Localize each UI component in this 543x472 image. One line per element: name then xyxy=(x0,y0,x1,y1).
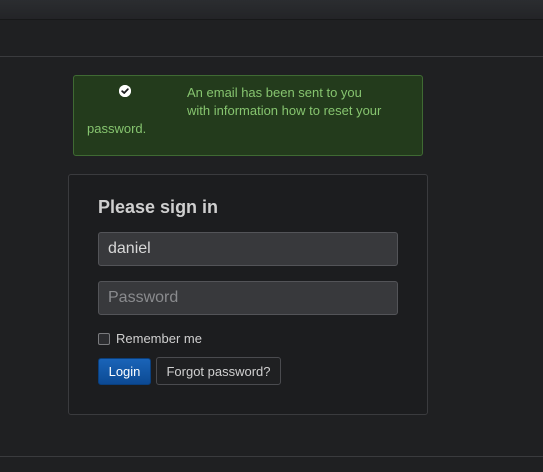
success-alert: An email has been sent to you with infor… xyxy=(73,75,423,156)
alert-message-line-3: password. xyxy=(87,121,147,136)
password-input[interactable] xyxy=(98,281,398,315)
remember-me-label: Remember me xyxy=(116,331,202,346)
check-circle-icon xyxy=(119,85,131,97)
sub-header-bar xyxy=(0,20,543,57)
page: An email has been sent to you with infor… xyxy=(0,0,543,472)
login-button[interactable]: Login xyxy=(98,358,151,385)
alert-message-line-1: An email has been sent to you xyxy=(187,85,362,100)
remember-me-option[interactable]: Remember me xyxy=(98,331,202,346)
forgot-password-button[interactable]: Forgot password? xyxy=(156,357,281,385)
username-input[interactable] xyxy=(98,232,398,266)
sign-in-panel: Please sign in Remember me Login Forgot … xyxy=(68,174,428,415)
alert-message-line-2: with information how to reset your xyxy=(187,103,382,118)
remember-me-checkbox[interactable] xyxy=(98,332,110,345)
top-navbar xyxy=(0,0,543,20)
sign-in-heading: Please sign in xyxy=(98,197,219,217)
footer-divider xyxy=(0,456,543,457)
